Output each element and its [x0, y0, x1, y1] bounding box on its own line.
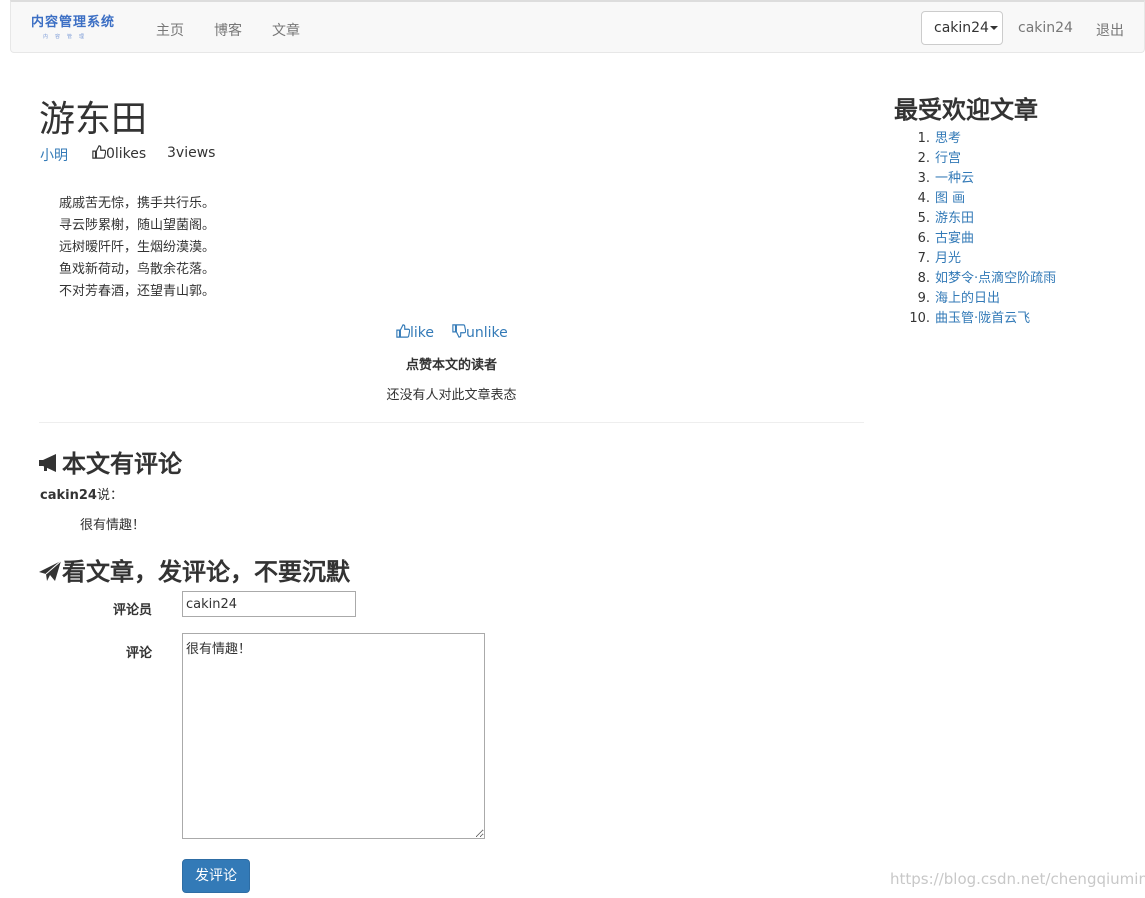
- thumbs-up-icon: [396, 324, 411, 338]
- commenter-label: 评论员: [112, 603, 152, 618]
- popular-articles-list: 1. 思考 2. 行宫 3. 一种云 4. 图 画 5. 游东田 6. 古宴曲 7. 月光 8…: [905, 129, 1056, 329]
- popular-article-link[interactable]: 海上的日出: [935, 291, 1000, 306]
- list-number: 1.: [917, 131, 930, 146]
- nav-logout[interactable]: 退出: [1096, 20, 1124, 40]
- article-views-count: 3views: [167, 145, 216, 161]
- popular-article-link[interactable]: 思考: [935, 131, 961, 146]
- comments-heading: 本文有评论: [38, 444, 182, 479]
- likes-text: 0likes: [106, 146, 147, 162]
- poem-line: 鱼戏新荷动，鸟散余花落。: [59, 262, 216, 277]
- commenter-input[interactable]: [182, 591, 356, 617]
- popular-article-item: 10. 曲玉管·陇首云飞: [905, 309, 1056, 329]
- nav-home[interactable]: 主页: [156, 20, 184, 40]
- comment-text: 很有情趣！: [80, 518, 146, 533]
- popular-article-item: 6. 古宴曲: [905, 229, 1056, 249]
- nav-username[interactable]: cakin24: [1018, 20, 1073, 36]
- no-readers-text: 还没有人对此文章表态: [386, 388, 517, 403]
- poem-line: 远树暧阡阡，生烟纷漠漠。: [59, 240, 216, 255]
- popular-article-item: 9. 海上的日出: [905, 289, 1056, 309]
- popular-article-item: 2. 行宫: [905, 149, 1056, 169]
- watermark: https://blog.csdn.net/chengqiuming: [890, 870, 1145, 888]
- list-number: 4.: [917, 191, 930, 206]
- list-number: 7.: [917, 251, 930, 266]
- list-number: 10.: [909, 311, 930, 326]
- popular-article-link[interactable]: 行宫: [935, 151, 961, 166]
- comment-author: cakin24说：: [40, 484, 123, 503]
- popular-article-item: 1. 思考: [905, 129, 1056, 149]
- list-number: 2.: [917, 151, 930, 166]
- list-number: 6.: [917, 231, 930, 246]
- popular-article-link[interactable]: 游东田: [935, 211, 974, 226]
- caret-down-icon: [989, 26, 998, 30]
- popular-article-item: 3. 一种云: [905, 169, 1056, 189]
- comment-author-suffix: 说：: [96, 488, 123, 503]
- popular-article-item: 8. 如梦令·点滴空阶疏雨: [905, 269, 1057, 289]
- comments-heading-text: 本文有评论: [62, 450, 182, 478]
- poem-line: 寻云陟累榭，随山望菌阁。: [59, 218, 216, 233]
- readers-heading: 点赞本文的读者: [405, 358, 497, 373]
- article-title: 游东田: [39, 99, 148, 140]
- comment-textarea[interactable]: 很有情趣！: [182, 633, 485, 839]
- popular-article-link[interactable]: 月光: [935, 251, 961, 266]
- poem-line: 戚戚苦无悰，携手共行乐。: [59, 196, 216, 211]
- navbar: 内容管理系统 内容管理 主页 博客 文章 cakin24 cakin24 退出: [10, 0, 1145, 53]
- divider: [39, 422, 864, 423]
- paper-plane-icon: [39, 560, 62, 581]
- comment-form-heading-text: 看文章，发评论，不要沉默: [62, 558, 350, 586]
- list-number: 3.: [917, 171, 930, 186]
- comment-label: 评论: [125, 646, 152, 661]
- unlike-label: unlike: [466, 325, 508, 341]
- brand-logo-subtitle: 内容管理: [43, 34, 92, 40]
- popular-article-link[interactable]: 曲玉管·陇首云飞: [935, 311, 1030, 326]
- popular-article-item: 4. 图 画: [905, 189, 1056, 209]
- submit-comment-button[interactable]: 发评论: [182, 859, 250, 893]
- user-dropdown-label: cakin24: [934, 20, 989, 36]
- popular-articles-heading: 最受欢迎文章: [894, 96, 1038, 124]
- megaphone-icon: [39, 454, 56, 472]
- unlike-button[interactable]: unlike: [452, 324, 508, 341]
- article-likes-count: 0likes: [92, 145, 146, 162]
- user-dropdown-button[interactable]: cakin24: [921, 11, 1003, 45]
- brand-logo[interactable]: 内容管理系统: [31, 16, 115, 30]
- nav-articles[interactable]: 文章: [272, 20, 300, 40]
- comment-author-name: cakin24: [40, 488, 97, 503]
- thumbs-down-icon: [452, 324, 467, 338]
- poem-line: 不对芳春酒，还望青山郭。: [59, 284, 216, 299]
- like-button[interactable]: like: [396, 324, 434, 341]
- popular-article-item: 7. 月光: [905, 249, 1056, 269]
- list-number: 5.: [917, 211, 930, 226]
- comment-form-heading: 看文章，发评论，不要沉默: [38, 552, 350, 587]
- popular-article-link[interactable]: 一种云: [935, 171, 974, 186]
- popular-article-link[interactable]: 如梦令·点滴空阶疏雨: [935, 271, 1056, 286]
- popular-article-link[interactable]: 古宴曲: [935, 231, 974, 246]
- list-number: 9.: [917, 291, 930, 306]
- list-number: 8.: [917, 271, 930, 286]
- thumbs-up-icon: [92, 145, 107, 159]
- like-label: like: [410, 325, 435, 341]
- popular-article-link[interactable]: 图 画: [935, 191, 965, 206]
- article-body: 戚戚苦无悰，携手共行乐。 寻云陟累榭，随山望菌阁。 远树暧阡阡，生烟纷漠漠。 鱼…: [59, 193, 215, 303]
- popular-article-item: 5. 游东田: [905, 209, 1056, 229]
- article-author-link[interactable]: 小明: [40, 145, 68, 165]
- nav-blog[interactable]: 博客: [214, 20, 242, 40]
